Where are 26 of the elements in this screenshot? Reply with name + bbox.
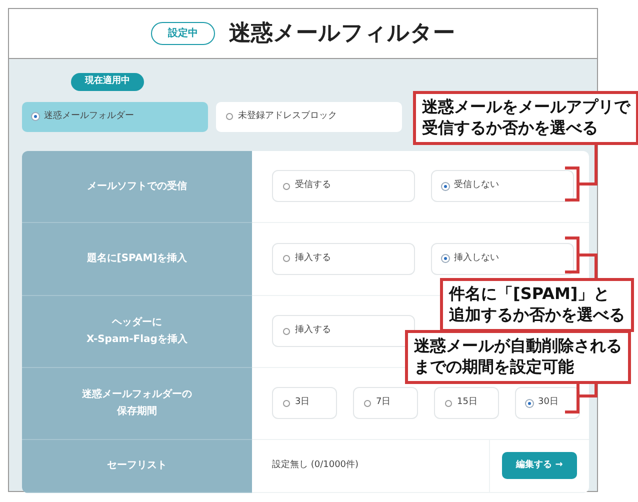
row-label: 迷惑メールフォルダーの 保存期間 — [82, 388, 192, 419]
current-badge: 現在適用中 — [71, 73, 144, 90]
radio-icon — [32, 113, 39, 120]
callout-note: 迷惑メールをメールアプリで 受信するか否かを選べる — [413, 91, 638, 145]
mode-tab[interactable]: 未登録アドレスブロック — [216, 102, 402, 132]
radio-option[interactable]: 3日 — [272, 387, 337, 419]
radio-option[interactable]: 挿入しない — [431, 242, 574, 274]
row-label: メールソフトでの受信 — [87, 180, 187, 194]
radio-icon — [226, 113, 233, 120]
mode-tab[interactable]: 迷惑メールフォルダー — [22, 102, 208, 132]
callout-note: 迷惑メールが自動削除される までの期間を設定可能 — [405, 330, 631, 384]
status-badge: 設定中 — [151, 22, 215, 45]
callout-note: 件名に「[SPAM]」と 追加するか否かを選べる — [440, 278, 634, 332]
radio-option[interactable]: 受信しない — [431, 170, 574, 202]
radio-option[interactable]: 15日 — [434, 387, 499, 419]
page-title: 迷惑メールフィルター — [229, 20, 455, 48]
setting-value: 設定無し (0/1000件) — [272, 458, 360, 472]
radio-option[interactable]: 受信する — [272, 170, 415, 202]
row-label: ヘッダーに X-Spam-Flagを挿入 — [86, 316, 188, 347]
bracket-line — [564, 236, 598, 280]
row-label: セーフリスト — [107, 459, 167, 473]
radio-option[interactable]: 30日 — [515, 387, 580, 419]
row-label: 題名に[SPAM]を挿入 — [86, 252, 188, 266]
radio-option[interactable]: 挿入する — [272, 242, 415, 274]
radio-option[interactable]: 挿入する — [272, 315, 415, 347]
radio-option[interactable]: 7日 — [353, 387, 418, 419]
